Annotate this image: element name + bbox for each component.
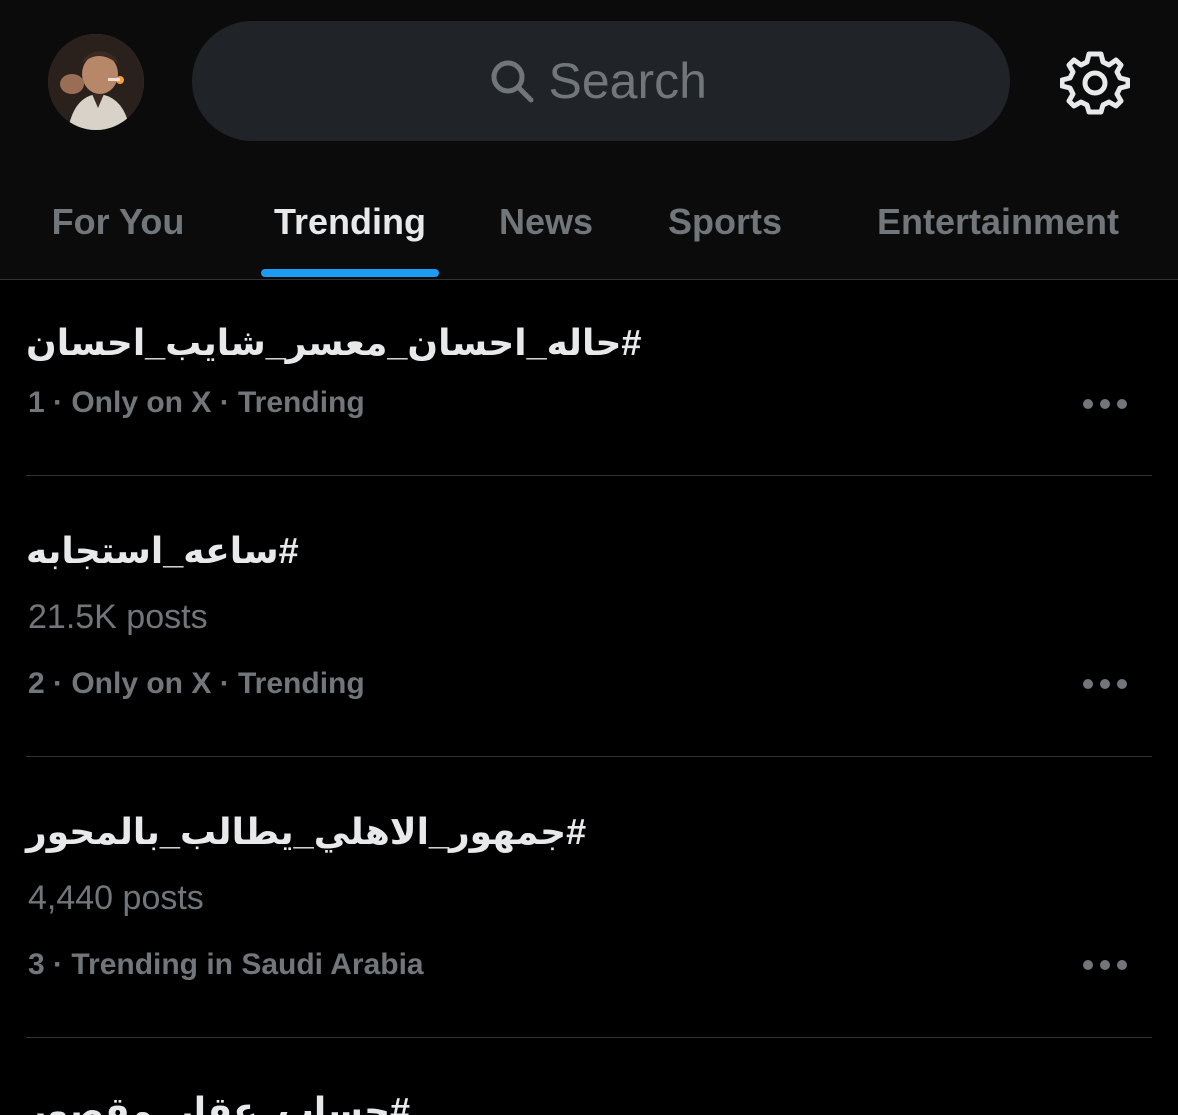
gear-icon[interactable]: [1060, 48, 1130, 118]
trend-item[interactable]: #جمهور_الاهلي_يطالب_بالمحور 4,440 posts …: [0, 757, 1178, 1037]
trend-title[interactable]: #حاله_احسان_معسر_شايب_احسان: [26, 322, 641, 364]
trend-post-count: 21.5K posts: [28, 598, 208, 636]
trend-meta: 1 · Only on X · Trending: [28, 386, 365, 419]
tab-news[interactable]: News: [486, 165, 606, 279]
trend-title[interactable]: #جمهور_الاهلي_يطالب_بالمحور: [26, 811, 586, 853]
trend-meta: 2 · Only on X · Trending: [28, 667, 365, 700]
trend-title[interactable]: #ساعه_استجابه: [26, 530, 299, 572]
trend-post-count: 4,440 posts: [28, 879, 204, 917]
trend-meta: 3 · Trending in Saudi Arabia: [28, 948, 424, 981]
more-icon[interactable]: [1082, 958, 1128, 972]
tab-sports[interactable]: Sports: [655, 165, 795, 279]
trend-item[interactable]: #حساب_عقار_مقصور: [0, 1038, 1178, 1115]
avatar[interactable]: [48, 34, 144, 130]
trend-title[interactable]: #حساب_عقار_مقصور: [26, 1090, 410, 1115]
top-bar: [0, 0, 1178, 165]
search-input[interactable]: [548, 52, 714, 110]
tab-for-you[interactable]: For You: [38, 165, 198, 279]
active-tab-indicator: [261, 269, 439, 277]
more-icon[interactable]: [1082, 397, 1128, 411]
more-icon[interactable]: [1082, 677, 1128, 691]
tab-entertainment[interactable]: Entertainment: [860, 165, 1136, 279]
search-icon: [489, 58, 535, 104]
tab-trending[interactable]: Trending: [261, 165, 439, 279]
trend-item[interactable]: #حاله_احسان_معسر_شايب_احسان 1 · Only on …: [0, 280, 1178, 476]
trend-item[interactable]: #ساعه_استجابه 21.5K posts 2 · Only on X …: [0, 476, 1178, 756]
tab-bar: For You Trending News Sports Entertainme…: [0, 165, 1178, 280]
search-bar[interactable]: [192, 21, 1010, 141]
